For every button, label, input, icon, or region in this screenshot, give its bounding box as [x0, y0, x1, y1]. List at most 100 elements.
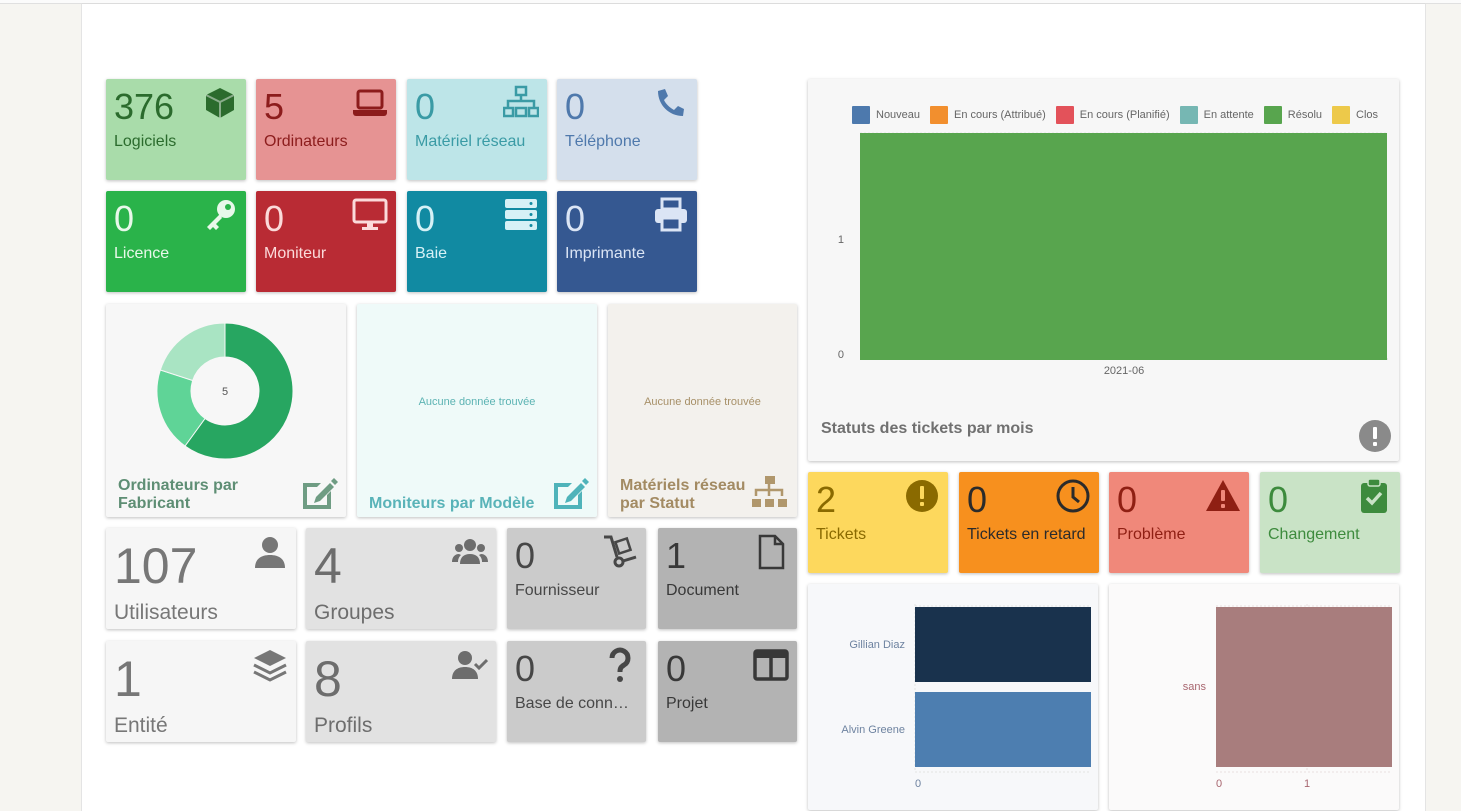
document-icon: [758, 534, 785, 570]
server-icon: [505, 199, 537, 230]
stat-label: Tickets: [816, 526, 867, 543]
stat-count: 0: [666, 648, 687, 689]
users-icon: [452, 539, 488, 564]
stat-label: Baie: [415, 245, 448, 262]
y-category-label: sans: [1183, 681, 1207, 693]
stat-card-baie[interactable]: 0 Baie: [407, 191, 547, 292]
stat-card-t-l-phone[interactable]: 0 Téléphone: [557, 79, 697, 180]
widget-computers-by-manufacturer[interactable]: 5 Ordinateurs par Fabricant: [106, 304, 346, 517]
stat-count: 1: [114, 651, 142, 707]
stat-card-tickets-en-retard[interactable]: 0 Tickets en retard: [959, 472, 1099, 573]
stat-count: 8: [314, 651, 342, 707]
stat-count: 0: [967, 479, 988, 520]
stat-label: Utilisateurs: [114, 601, 218, 624]
tickets-bar-chart: 1 0 2021-06: [838, 132, 1388, 377]
stat-label: Moniteur: [264, 245, 327, 262]
stat-count: 0: [515, 535, 536, 576]
stat-card-profils[interactable]: 8 Profils: [306, 641, 496, 742]
x-tick-label: 0: [915, 778, 921, 790]
y-tick-label: 1: [838, 234, 844, 246]
chart-title: Statuts des tickets par mois: [821, 420, 1034, 437]
widget-tickets-by-category[interactable]: sans 0 1: [1109, 584, 1399, 810]
stat-card-changement[interactable]: 0 Changement: [1260, 472, 1400, 573]
stat-card-fournisseur[interactable]: 0 Fournisseur: [507, 528, 646, 629]
stat-count: 4: [314, 538, 342, 594]
exclamation-circle-icon: [1359, 420, 1391, 452]
stat-card-document[interactable]: 1 Document: [658, 528, 797, 629]
stat-count: 0: [565, 198, 586, 239]
technician-bar-chart: Gillian Diaz Alvin Greene 0: [841, 604, 1091, 790]
stat-count: 107: [114, 538, 198, 594]
stat-card-logiciels[interactable]: 376 Logiciels: [106, 79, 246, 180]
stat-card-imprimante[interactable]: 0 Imprimante: [557, 191, 697, 292]
x-tick-label: 2021-06: [1104, 365, 1144, 377]
stat-count: 5: [264, 86, 285, 127]
printer-icon: [655, 197, 687, 232]
y-category-label: Gillian Diaz: [849, 639, 905, 651]
stat-count: 0: [114, 198, 135, 239]
laptop-icon: [353, 89, 387, 116]
stat-card-projet[interactable]: 0 Projet: [658, 641, 797, 742]
stat-label: Changement: [1268, 526, 1360, 543]
columns-icon: [753, 649, 789, 681]
stat-card-ordinateurs[interactable]: 5 Ordinateurs: [256, 79, 396, 180]
stat-card-mat-riel-r-seau[interactable]: 0 Matériel réseau: [407, 79, 547, 180]
stat-label: Fournisseur: [515, 582, 600, 599]
exclamation-circle-icon: [906, 480, 938, 512]
question-icon: [609, 647, 631, 682]
stat-card-groupes[interactable]: 4 Groupes: [306, 528, 496, 629]
user-icon: [255, 537, 285, 568]
widget-monitors-by-model[interactable]: Aucune donnée trouvée Moniteurs par Modè…: [357, 304, 597, 517]
stat-label: Groupes: [314, 601, 395, 624]
y-category-label: Alvin Greene: [841, 724, 905, 736]
bar-sans: [1216, 607, 1392, 767]
stat-card-licence[interactable]: 0 Licence: [106, 191, 246, 292]
bar-resolu-2021-06: [860, 133, 1387, 360]
monitor-icon: [352, 198, 388, 230]
stat-label: Problème: [1117, 526, 1186, 543]
stat-card-base-de-conn-[interactable]: 0 Base de conn…: [507, 641, 646, 742]
stat-card-tickets[interactable]: 2 Tickets: [808, 472, 948, 573]
stat-count: 376: [114, 86, 175, 127]
widget-network-by-status[interactable]: Aucune donnée trouvée Matériels réseau p…: [608, 304, 797, 517]
stat-count: 0: [565, 86, 586, 127]
widget-tickets-by-technician[interactable]: Gillian Diaz Alvin Greene 0: [808, 584, 1098, 810]
phone-icon: [658, 89, 684, 116]
no-data-message: Aucune donnée trouvée: [418, 396, 536, 408]
no-data-message: Aucune donnée trouvée: [644, 396, 761, 408]
stat-card-utilisateurs[interactable]: 107 Utilisateurs: [106, 528, 296, 629]
sitemap-icon: [752, 476, 787, 507]
stat-count: 0: [1268, 479, 1289, 520]
widget-ticket-status-by-month[interactable]: Nouveau En cours (Attribué) En cours (Plan…: [808, 79, 1399, 461]
clipboard-check-icon: [1361, 478, 1387, 513]
stat-label: Licence: [114, 245, 170, 262]
stat-count: 2: [816, 479, 837, 520]
bar-gillian-diaz: [915, 607, 1091, 682]
stat-label: Document: [666, 582, 739, 599]
stat-label: Tickets en retard: [967, 526, 1086, 543]
warning-icon: [1206, 480, 1240, 511]
stat-count: 0: [415, 198, 436, 239]
x-tick-label: 0: [1216, 778, 1222, 790]
stat-label: Logiciels: [114, 133, 177, 150]
network-icon: [503, 85, 539, 118]
stat-label: Ordinateurs: [264, 133, 348, 150]
bar-alvin-greene: [915, 692, 1091, 767]
edit-icon[interactable]: [551, 475, 589, 511]
stat-count: 0: [264, 198, 285, 239]
stat-label: Entité: [114, 714, 168, 737]
widget-title: Ordinateurs par Fabricant: [118, 477, 239, 512]
stat-count: 1: [666, 535, 687, 576]
widget-title: Moniteurs par Modèle: [369, 495, 535, 512]
donut-slice-2[interactable]: [159, 322, 226, 382]
y-tick-label: 0: [838, 349, 844, 361]
donut-chart: 5: [156, 322, 294, 460]
stat-label: Base de conn…: [515, 695, 629, 712]
donut-center-label: 5: [222, 386, 228, 398]
edit-icon[interactable]: [300, 475, 338, 511]
stat-card-moniteur[interactable]: 0 Moniteur: [256, 191, 396, 292]
stat-card-probl-me[interactable]: 0 Problème: [1109, 472, 1249, 573]
layers-icon: [253, 650, 287, 682]
stat-count: 0: [515, 648, 536, 689]
stat-card-entit-[interactable]: 1 Entité: [106, 641, 296, 742]
